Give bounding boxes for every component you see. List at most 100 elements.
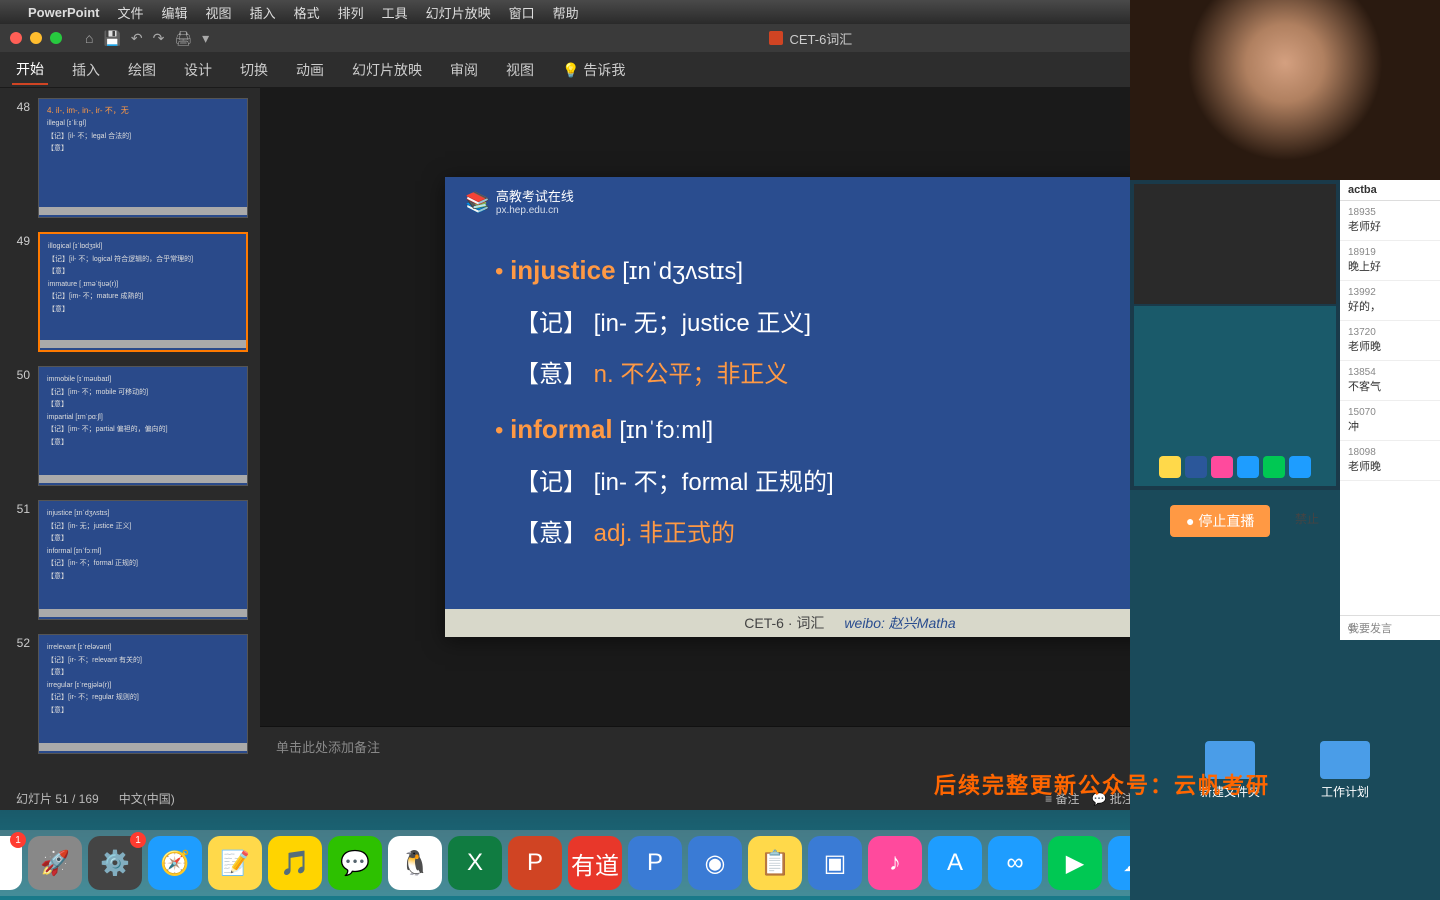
memory-1: [in- 无；justice 正义] bbox=[594, 310, 811, 337]
meaning-1: n. 不公平；非正义 bbox=[594, 361, 789, 388]
dock-iqiyi[interactable]: ▶ bbox=[1048, 836, 1102, 890]
maximize-button[interactable] bbox=[50, 32, 62, 44]
watermark-text: 后续完整更新公众号：云帆考研 bbox=[934, 768, 1270, 800]
streaming-overlay: ● 停止直播 禁止 actba 18935老师好18919晚上好13992好的，… bbox=[1130, 0, 1440, 900]
menu-insert[interactable]: 插入 bbox=[250, 3, 276, 22]
dock-safari[interactable]: 🧭 bbox=[148, 836, 202, 890]
menu-tools[interactable]: 工具 bbox=[382, 3, 408, 22]
menu-arrange[interactable]: 排列 bbox=[338, 3, 364, 22]
folder-2[interactable]: 工作计划 bbox=[1320, 741, 1370, 800]
tab-slideshow[interactable]: 幻灯片放映 bbox=[348, 56, 426, 84]
redo-icon[interactable]: ↷ bbox=[153, 30, 165, 47]
dock-calendar[interactable]: 251 bbox=[0, 836, 22, 890]
tab-animations[interactable]: 动画 bbox=[292, 56, 328, 84]
thumbnail-slide[interactable]: irrelevant [ɪˈreləvənt]【记】[ir- 不；relevan… bbox=[38, 634, 248, 754]
dock-excel[interactable]: X bbox=[448, 836, 502, 890]
tab-insert[interactable]: 插入 bbox=[68, 56, 104, 84]
dock-app1[interactable]: ▣ bbox=[808, 836, 862, 890]
dock-settings[interactable]: ⚙️1 bbox=[88, 836, 142, 890]
word-1: injustice bbox=[510, 255, 615, 285]
dock-youdao[interactable]: 有道 bbox=[568, 836, 622, 890]
footer-left: CET-6 · 词汇 bbox=[744, 613, 824, 633]
dock-qq[interactable]: 🐧 bbox=[388, 836, 442, 890]
thumbnail-slide[interactable]: injustice [ɪnˈdʒʌstɪs]【记】[in- 无；justice … bbox=[38, 500, 248, 620]
chat-message: 13854不客气 bbox=[1340, 361, 1440, 401]
chat-input-placeholder[interactable]: 我要发言 bbox=[1348, 620, 1392, 636]
dock-launchpad[interactable]: 🚀 bbox=[28, 836, 82, 890]
close-button[interactable] bbox=[10, 32, 22, 44]
chat-message: 18919晚上好 bbox=[1340, 241, 1440, 281]
folder-icon bbox=[1320, 741, 1370, 779]
ppt-file-icon bbox=[769, 31, 783, 45]
save-icon[interactable]: 💾 bbox=[103, 30, 120, 47]
dock-app-p[interactable]: P bbox=[628, 836, 682, 890]
thumbnail-slide[interactable]: immobile [ɪˈməʊbaɪl]【记】[im- 不；mobile 可移动… bbox=[38, 366, 248, 486]
app-name[interactable]: PowerPoint bbox=[28, 5, 100, 20]
notes-placeholder: 单击此处添加备注 bbox=[276, 740, 380, 755]
stop-stream-button[interactable]: ● 停止直播 bbox=[1170, 505, 1270, 537]
dock-notes[interactable]: 📝 bbox=[208, 836, 262, 890]
tab-home[interactable]: 开始 bbox=[12, 55, 48, 85]
home-icon[interactable]: ⌂ bbox=[85, 30, 93, 47]
thumb-number: 48 bbox=[10, 98, 30, 218]
menu-view[interactable]: 视图 bbox=[206, 3, 232, 22]
bullet-icon: • bbox=[495, 258, 510, 285]
dock-wechat[interactable]: 💬 bbox=[328, 836, 382, 890]
menu-file[interactable]: 文件 bbox=[118, 3, 144, 22]
menu-format[interactable]: 格式 bbox=[294, 3, 320, 22]
bullet-icon: • bbox=[495, 417, 510, 444]
mini-app-icon bbox=[1159, 456, 1181, 478]
memory-label-2: 【记】 bbox=[515, 469, 587, 496]
tab-review[interactable]: 审阅 bbox=[446, 56, 482, 84]
thumb-number: 50 bbox=[10, 366, 30, 486]
tell-me[interactable]: 💡 告诉我 bbox=[558, 56, 629, 84]
chat-message: 18935老师好 bbox=[1340, 201, 1440, 241]
traffic-lights bbox=[10, 32, 62, 44]
meaning-label-2: 【意】 bbox=[515, 520, 587, 547]
thumbnail-row[interactable]: 52 irrelevant [ɪˈreləvənt]【记】[ir- 不；rele… bbox=[10, 634, 250, 754]
minimize-button[interactable] bbox=[30, 32, 42, 44]
mini-app-icon bbox=[1263, 456, 1285, 478]
thumbnail-panel[interactable]: 48 4. il-, im-, in-, ir- 不，无 illegal [ɪˈ… bbox=[0, 88, 260, 786]
dock-badge: 1 bbox=[130, 832, 146, 848]
undo-icon[interactable]: ↶ bbox=[131, 30, 143, 47]
phonetic-1: [ɪnˈdʒʌstɪs] bbox=[622, 258, 743, 285]
thumbnail-row[interactable]: 49 illogical [ɪˈlɒdʒɪkl]【记】[il- 不；logica… bbox=[10, 232, 250, 352]
dock-app2[interactable]: ∞ bbox=[988, 836, 1042, 890]
tab-design[interactable]: 设计 bbox=[180, 56, 216, 84]
mini-ppt-preview bbox=[1134, 184, 1336, 304]
print-icon[interactable]: 🖨 bbox=[174, 30, 192, 47]
dock-appstore[interactable]: A bbox=[928, 836, 982, 890]
dock-powerpoint[interactable]: P bbox=[508, 836, 562, 890]
menu-edit[interactable]: 编辑 bbox=[162, 3, 188, 22]
thumb-number: 49 bbox=[10, 232, 30, 352]
thumbnail-slide[interactable]: illogical [ɪˈlɒdʒɪkl]【记】[il- 不；logical 符… bbox=[38, 232, 248, 352]
tab-draw[interactable]: 绘图 bbox=[124, 56, 160, 84]
thumbnail-row[interactable]: 51 injustice [ɪnˈdʒʌstɪs]【记】[in- 无；justi… bbox=[10, 500, 250, 620]
ban-label[interactable]: 禁止 bbox=[1295, 510, 1319, 527]
dropdown-icon[interactable]: ▾ bbox=[202, 30, 209, 47]
dock-itunes[interactable]: ♪ bbox=[868, 836, 922, 890]
folder-label: 工作计划 bbox=[1320, 783, 1370, 800]
dock-music[interactable]: 🎵 bbox=[268, 836, 322, 890]
thumbnail-row[interactable]: 50 immobile [ɪˈməʊbaɪl]【记】[im- 不；mobile … bbox=[10, 366, 250, 486]
dock-app-circle[interactable]: ◉ bbox=[688, 836, 742, 890]
dock-stickies[interactable]: 📋 bbox=[748, 836, 802, 890]
menu-slideshow[interactable]: 幻灯片放映 bbox=[426, 3, 491, 22]
chat-panel: actba 18935老师好18919晚上好13992好的，13720老师晚13… bbox=[1340, 180, 1440, 640]
menu-help[interactable]: 帮助 bbox=[553, 3, 579, 22]
menu-window[interactable]: 窗口 bbox=[509, 3, 535, 22]
tab-view[interactable]: 视图 bbox=[502, 56, 538, 84]
logo-title: 高教考试在线 bbox=[496, 189, 574, 205]
chat-message: 15070冲 bbox=[1340, 401, 1440, 441]
slide-counter: 幻灯片 51 / 169 bbox=[16, 790, 99, 807]
language-status[interactable]: 中文(中国) bbox=[119, 790, 175, 807]
book-icon: 📚 bbox=[465, 190, 490, 215]
dock-badge: 1 bbox=[10, 832, 26, 848]
meaning-label-1: 【意】 bbox=[515, 361, 587, 388]
thumbnail-row[interactable]: 48 4. il-, im-, in-, ir- 不，无 illegal [ɪˈ… bbox=[10, 98, 250, 218]
footer-weibo: weibo: 赵兴Matha bbox=[844, 613, 955, 633]
thumbnail-slide[interactable]: 4. il-, im-, in-, ir- 不，无 illegal [ɪˈliː… bbox=[38, 98, 248, 218]
thumb-number: 52 bbox=[10, 634, 30, 754]
tab-transitions[interactable]: 切换 bbox=[236, 56, 272, 84]
